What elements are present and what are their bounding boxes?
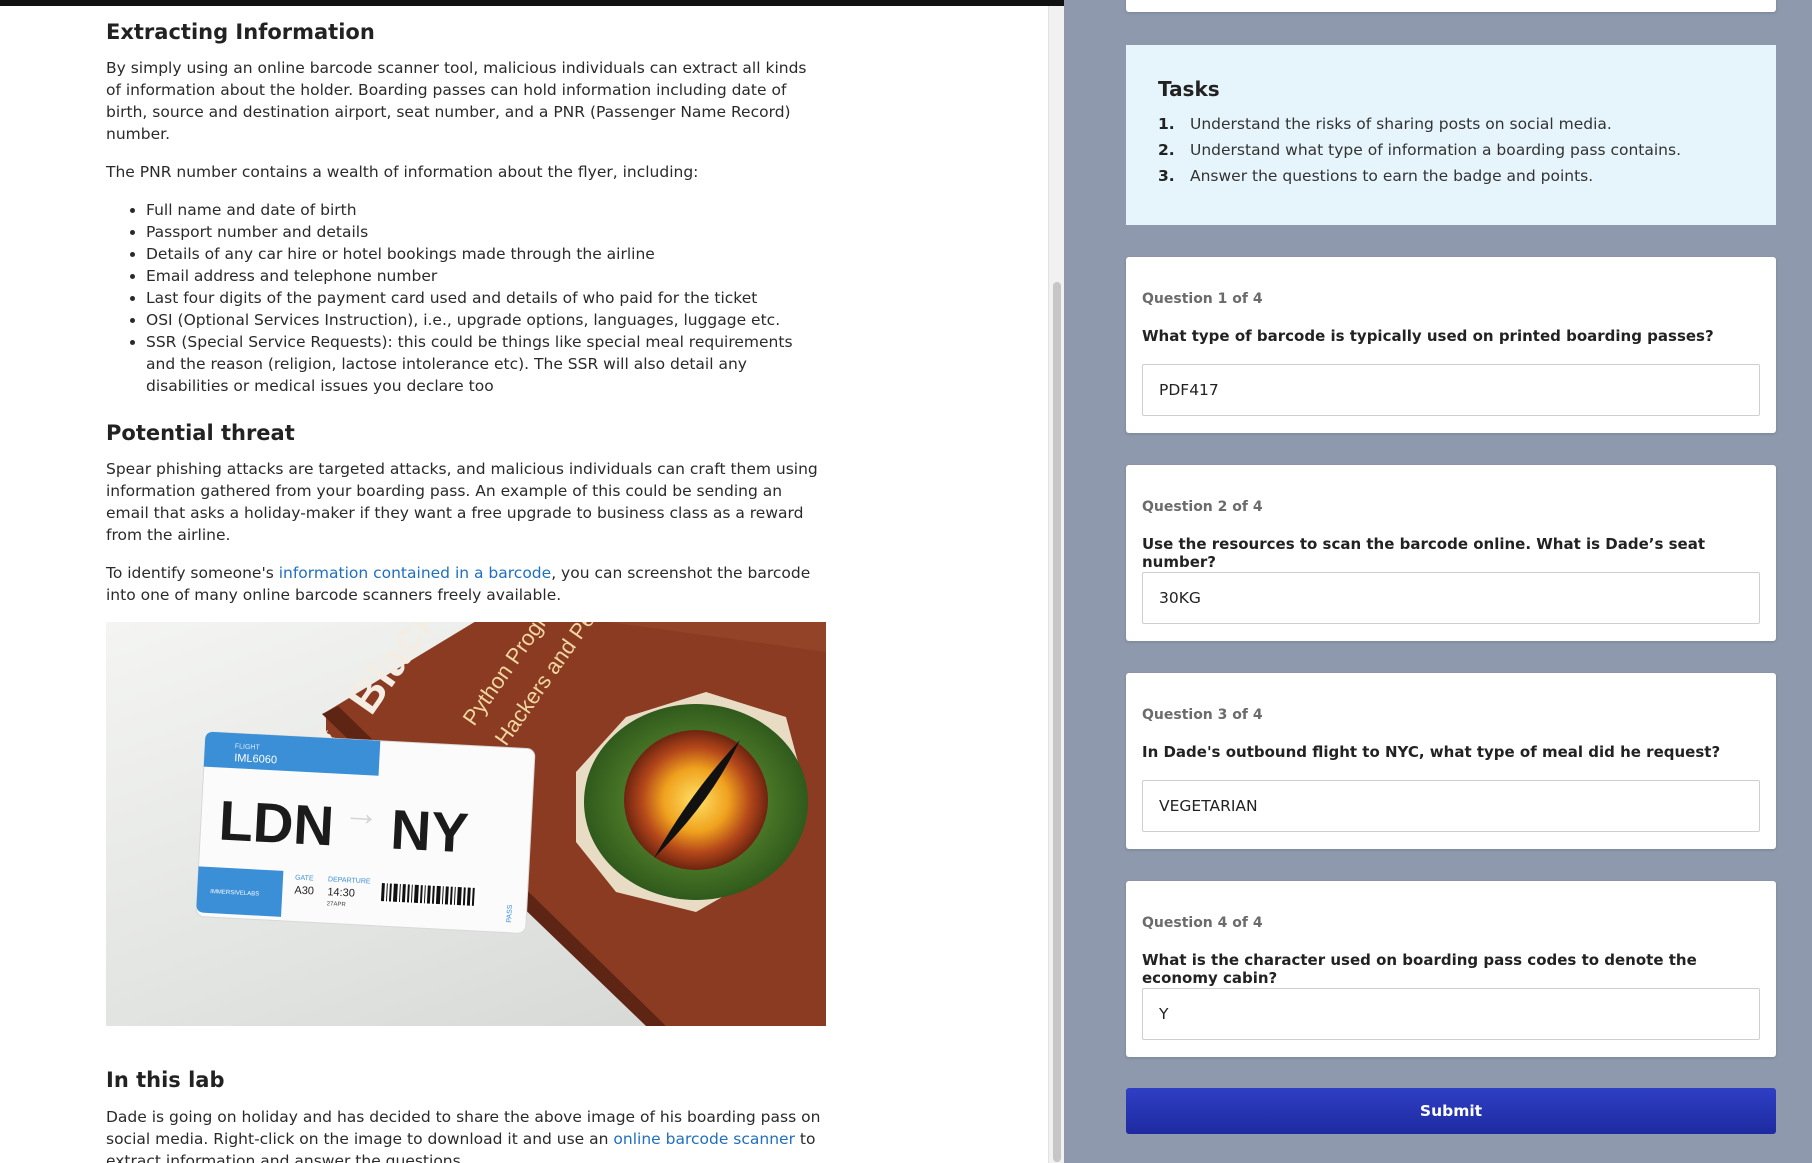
previous-card-edge (1126, 0, 1776, 12)
tasks-list: 1. Understand the risks of sharing posts … (1158, 111, 1744, 189)
pnr-info-list: Full name and date of birth Passport num… (106, 199, 826, 397)
pass-flight-label: FLIGHT (235, 744, 261, 752)
pass-gate-label: GATE (295, 875, 314, 883)
list-item: Last four digits of the payment card use… (146, 287, 826, 309)
task-text: Understand the risks of sharing posts on… (1190, 115, 1612, 133)
task-item: 1. Understand the risks of sharing posts … (1158, 111, 1744, 137)
heading-in-this-lab: In this lab (106, 1068, 225, 1093)
heading-potential-threat: Potential threat (106, 421, 295, 446)
answer-input-4[interactable] (1142, 988, 1760, 1040)
paragraph-identify: To identify someone's information contai… (106, 562, 826, 606)
list-item: Email address and telephone number (146, 265, 826, 287)
paragraph-spear-phishing: Spear phishing attacks are targeted atta… (106, 460, 818, 545)
pass-side-label: PASS (506, 905, 514, 924)
tasks-card: Tasks 1. Understand the risks of sharing … (1126, 45, 1776, 225)
boarding-pass-photo[interactable]: Black H Python Progra Hackers and Pent B… (106, 622, 826, 1027)
article-pane: Extracting Information By simply using a… (0, 6, 1048, 1163)
question-number: Question 4 of 4 (1142, 915, 1263, 931)
task-item: 2. Understand what type of information a … (1158, 137, 1744, 163)
tasks-title: Tasks (1158, 77, 1220, 101)
pass-destination: NY (389, 798, 470, 865)
paragraph-lab-description: Dade is going on holiday and has decided… (106, 1106, 826, 1163)
question-text: Use the resources to scan the barcode on… (1142, 535, 1706, 571)
paragraph-pnr-intro: The PNR number contains a wealth of info… (106, 163, 699, 182)
list-item: Passport number and details (146, 221, 826, 243)
pass-departure-time: 14:30 (327, 887, 355, 900)
article-scrollbar[interactable] (1048, 6, 1065, 1163)
paragraph-intro: By simply using an online barcode scanne… (106, 59, 807, 144)
pass-origin: LDN (217, 789, 335, 858)
list-item: SSR (Special Service Requests): this cou… (146, 331, 826, 397)
question-number: Question 3 of 4 (1142, 707, 1263, 723)
pass-gate: A30 (294, 885, 314, 898)
list-item: Full name and date of birth (146, 199, 826, 221)
list-item: OSI (Optional Services Instruction), i.e… (146, 309, 826, 331)
task-text: Understand what type of information a bo… (1190, 141, 1681, 159)
question-card-3: Question 3 of 4 In Dade's outbound fligh… (1126, 673, 1776, 849)
task-number: 2. (1158, 141, 1175, 159)
questions-panel: Tasks 1. Understand the risks of sharing … (1064, 0, 1812, 1163)
online-barcode-scanner-link[interactable]: online barcode scanner (613, 1130, 795, 1148)
task-number: 1. (1158, 115, 1175, 133)
question-card-4: Question 4 of 4 What is the character us… (1126, 881, 1776, 1057)
boarding-pass: FLIGHT IML6060 LDN → NY IMMERSIVELABS GA… (195, 731, 536, 935)
question-card-2: Question 2 of 4 Use the resources to sca… (1126, 465, 1776, 641)
pass-departure-date: 27APR (327, 902, 347, 909)
question-text: In Dade's outbound flight to NYC, what t… (1142, 743, 1721, 761)
submit-button[interactable]: Submit (1126, 1088, 1776, 1134)
pass-flight-number: IML6060 (234, 753, 277, 767)
answer-input-2[interactable] (1142, 572, 1760, 624)
answer-input-3[interactable] (1142, 780, 1760, 832)
article-scrollbar-thumb[interactable] (1053, 282, 1061, 1162)
question-number: Question 1 of 4 (1142, 291, 1263, 307)
pass-arrow: → (343, 791, 381, 834)
task-text: Answer the questions to earn the badge a… (1190, 167, 1594, 185)
heading-extracting-information: Extracting Information (106, 20, 375, 44)
article-content: Extracting Information By simply using a… (106, 20, 826, 1163)
paragraph-identify-pre: To identify someone's (106, 564, 279, 583)
question-number: Question 2 of 4 (1142, 499, 1263, 515)
barcode-info-link[interactable]: information contained in a barcode (279, 564, 551, 582)
task-number: 3. (1158, 167, 1175, 185)
question-card-1: Question 1 of 4 What type of barcode is … (1126, 257, 1776, 433)
question-text: What is the character used on boarding p… (1142, 951, 1697, 987)
answer-input-1[interactable] (1142, 364, 1760, 416)
question-text: What type of barcode is typically used o… (1142, 327, 1714, 345)
boarding-pass-photo-art: Black H Python Progra Hackers and Pent B… (195, 622, 826, 1027)
task-item: 3. Answer the questions to earn the badge… (1158, 163, 1744, 189)
list-item: Details of any car hire or hotel booking… (146, 243, 826, 265)
